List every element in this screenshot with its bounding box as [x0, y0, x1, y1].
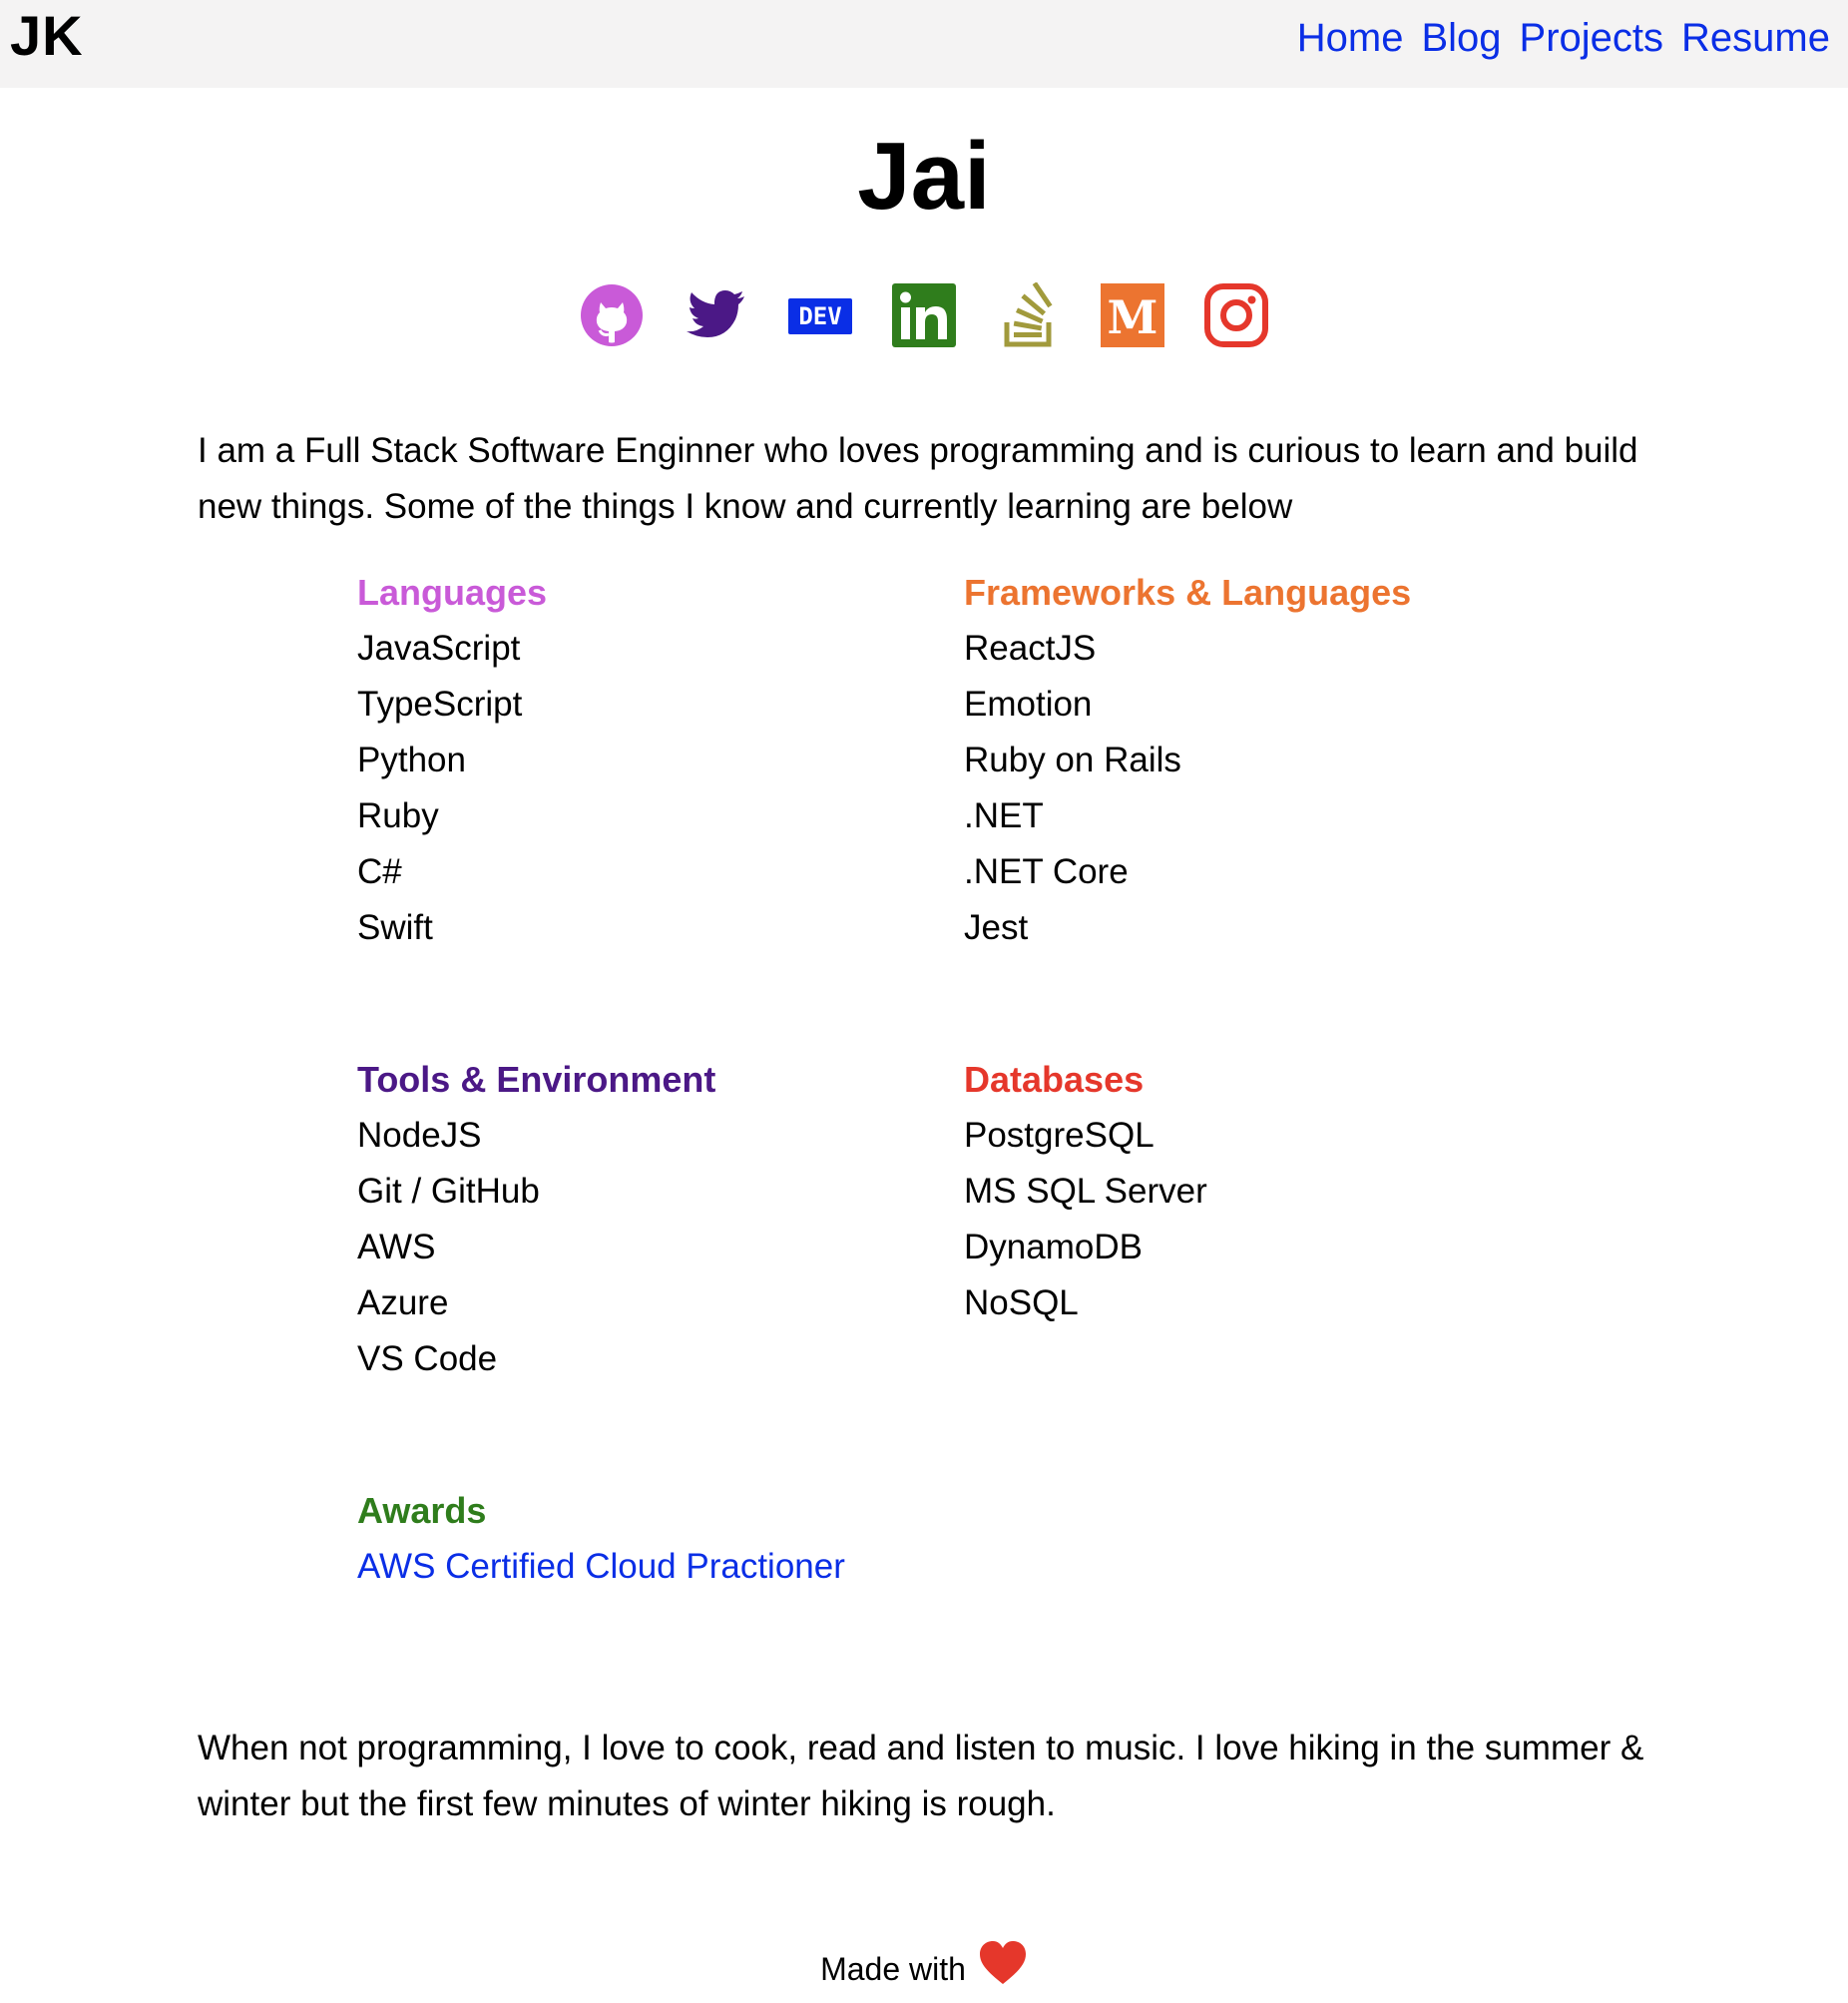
list-item: MS SQL Server [964, 1172, 1207, 1211]
languages-heading: Languages [357, 572, 548, 613]
medium-icon: M [1100, 283, 1164, 347]
list-item: .NET Core [964, 852, 1129, 891]
svg-text:M: M [1107, 290, 1157, 344]
list-item: NodeJS [357, 1116, 482, 1155]
nav-home-link[interactable]: Home [1297, 12, 1404, 64]
list-item: PostgreSQL [964, 1116, 1155, 1155]
tools-heading: Tools & Environment [357, 1059, 716, 1100]
nav-resume-link[interactable]: Resume [1681, 12, 1830, 64]
list-item: Emotion [964, 685, 1093, 724]
github-icon [581, 284, 643, 346]
svg-text:DEV: DEV [798, 302, 841, 330]
twitter-icon [687, 290, 745, 337]
footer-text: Made with [820, 1950, 966, 1987]
dev-link[interactable]: DEV [787, 282, 853, 348]
aws-certification-link[interactable]: AWS Certified Cloud Practioner [357, 1547, 845, 1586]
list-item: TypeScript [357, 685, 523, 724]
tools-section: Tools & Environment NodeJS Git / GitHub … [357, 1052, 715, 1387]
list-item: C# [357, 852, 402, 891]
site-logo[interactable]: JK [10, 4, 84, 68]
stackoverflow-link[interactable] [995, 282, 1061, 348]
page-footer: Made with [0, 1940, 1848, 2003]
list-item: DynamoDB [964, 1228, 1143, 1266]
page-title: Jai [857, 123, 991, 230]
list-item: .NET [964, 796, 1044, 835]
list-item: NoSQL [964, 1283, 1079, 1322]
list-item: ReactJS [964, 629, 1097, 668]
nav-projects-link[interactable]: Projects [1520, 12, 1664, 64]
awards-heading: Awards [357, 1490, 487, 1531]
databases-section: Databases PostgreSQL MS SQL Server Dynam… [964, 1052, 1207, 1331]
intro-paragraph: I am a Full Stack Software Enginner who … [198, 431, 1638, 526]
awards-section: Awards AWS Certified Cloud Practioner [357, 1483, 845, 1595]
twitter-link[interactable] [683, 282, 748, 348]
languages-section: Languages JavaScript TypeScript Python R… [357, 565, 547, 956]
list-item: Python [357, 741, 466, 779]
heart-icon [978, 1940, 1028, 2003]
list-item: Ruby on Rails [964, 741, 1181, 779]
list-item: VS Code [357, 1339, 498, 1378]
outro-paragraph: When not programming, I love to cook, re… [198, 1729, 1644, 1823]
databases-heading: Databases [964, 1059, 1145, 1100]
top-navbar: JK Home Blog Projects Resume [0, 0, 1848, 88]
main-nav: Home Blog Projects Resume [1297, 12, 1830, 64]
linkedin-link[interactable] [891, 282, 957, 348]
list-item: Swift [357, 908, 433, 947]
list-item: JavaScript [357, 629, 521, 668]
instagram-link[interactable] [1203, 282, 1269, 348]
linkedin-icon [891, 283, 956, 347]
frameworks-section: Frameworks & Languages ReactJS Emotion R… [964, 565, 1411, 956]
social-links: DEV M [579, 281, 1269, 349]
nav-blog-link[interactable]: Blog [1421, 12, 1501, 64]
dev-icon: DEV [787, 298, 852, 334]
frameworks-heading: Frameworks & Languages [964, 572, 1412, 613]
list-item: Jest [964, 908, 1029, 947]
list-item: Azure [357, 1283, 449, 1322]
list-item: Ruby [357, 796, 439, 835]
medium-link[interactable]: M [1100, 282, 1165, 348]
github-link[interactable] [579, 282, 645, 348]
list-item: Git / GitHub [357, 1172, 540, 1211]
instagram-icon [1203, 283, 1268, 347]
stackoverflow-icon [1004, 282, 1053, 347]
list-item: AWS [357, 1228, 436, 1266]
